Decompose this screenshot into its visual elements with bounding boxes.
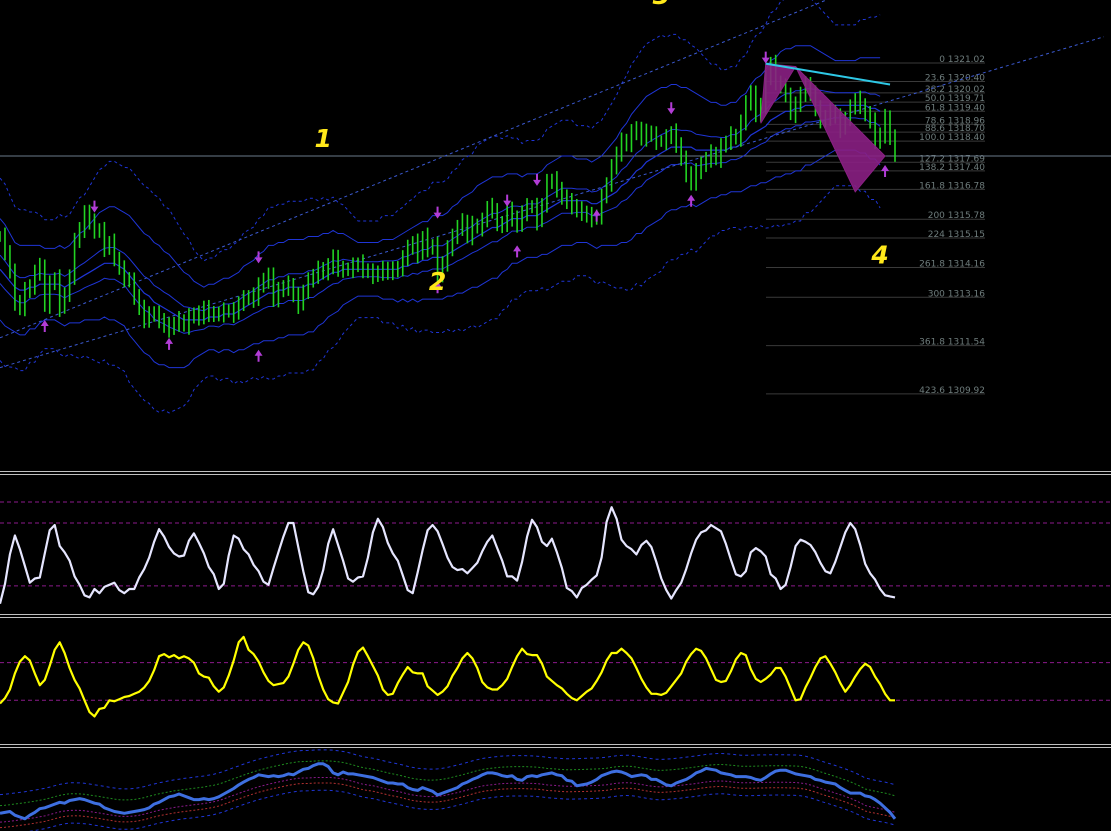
pivot-high-arrow-icon [667, 102, 676, 115]
fib-level-label: 300 1313.16 [928, 289, 986, 299]
wave-label-1: 1 [314, 124, 331, 153]
oscillator-3-signal-line [0, 760, 896, 807]
fib-level-label: 161.8 1316.78 [919, 181, 985, 191]
wave-label-3: 3 [653, 0, 670, 10]
band-lower-line [0, 149, 881, 369]
oscillator-3-svg [0, 749, 897, 831]
fib-level-label: 261.8 1314.16 [919, 259, 985, 269]
pivot-low-arrow-icon [881, 164, 890, 177]
pivot-low-arrow-icon [165, 337, 174, 350]
oscillator-1-svg [0, 501, 1111, 604]
pivot-high-arrow-icon [503, 194, 512, 207]
band-inner-line [0, 117, 881, 334]
wave-label-2: 2 [429, 267, 446, 296]
oscillator-3-line [0, 762, 897, 821]
band-upper-line [0, 45, 881, 288]
pivot-low-arrow-icon [513, 245, 522, 258]
fib-level-label: 100.0 1318.40 [919, 133, 985, 143]
band-outer-line [0, 0, 881, 262]
oscillator-2-svg [0, 635, 1111, 718]
price-chart-svg: 0 1321.0223.6 1320.4038.2 1320.0250.0 13… [0, 0, 1111, 414]
pivot-high-arrow-icon [761, 51, 770, 64]
pane-separator[interactable] [0, 471, 1111, 475]
lower-trend-line [0, 36, 1104, 369]
harmonic-pattern-right [795, 66, 886, 193]
pivot-high-arrow-icon [90, 200, 99, 213]
trading-chart: 0 1321.02 23.6 1320.40 38.2 1320.02 50.0 13… [0, 0, 1111, 831]
fib-level-label: 423.6 1309.92 [919, 386, 985, 396]
fib-level-label: 224 1315.15 [928, 230, 985, 240]
fib-level-label: 23.6 1320.40 [925, 73, 985, 83]
fib-level-label: 138.2 1317.40 [919, 163, 985, 173]
fib-level-label: 200 1315.78 [928, 211, 986, 221]
oscillator-2-line [0, 635, 895, 718]
pivot-high-arrow-icon [433, 206, 442, 219]
wave-label-4: 4 [870, 240, 888, 269]
pane-separator[interactable] [0, 614, 1111, 618]
oscillator-3-signal-line [0, 782, 896, 829]
oscillator-3-signal-line [0, 777, 896, 823]
upper-trend-line [0, 0, 828, 339]
pivot-high-arrow-icon [533, 173, 541, 186]
fib-level-label: 0 1321.02 [939, 55, 985, 65]
pivot-low-arrow-icon [254, 349, 263, 362]
oscillator-1-line [0, 506, 896, 604]
fib-level-label: 61.8 1319.40 [925, 103, 985, 113]
fib-level-label: 361.8 1311.54 [919, 338, 985, 348]
oscillator-3-upper-band [0, 749, 896, 796]
pivot-low-arrow-icon [592, 209, 601, 222]
